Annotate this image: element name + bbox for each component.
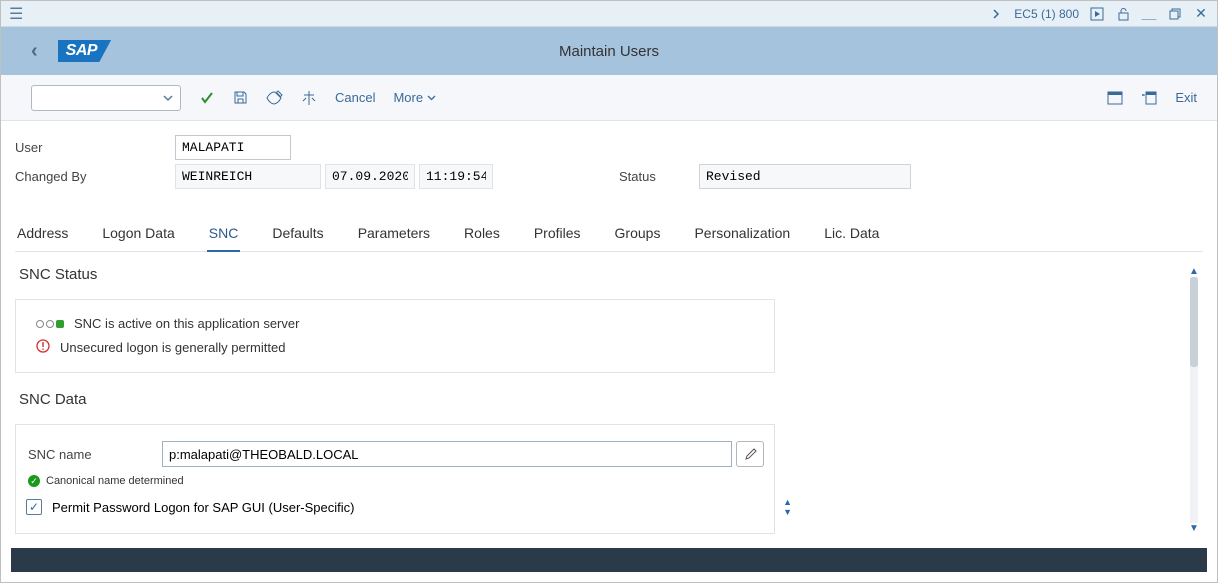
compare-icon[interactable] — [301, 90, 317, 106]
changed-date-field — [325, 164, 415, 189]
tab-snc[interactable]: SNC — [207, 217, 241, 251]
traffic-light-icon — [36, 320, 64, 328]
tab-profiles[interactable]: Profiles — [532, 217, 583, 251]
tab-groups[interactable]: Groups — [613, 217, 663, 251]
permit-password-label: Permit Password Logon for SAP GUI (User-… — [52, 500, 354, 515]
display-change-icon[interactable] — [266, 90, 283, 105]
unsecured-logon-text: Unsecured logon is generally permitted — [60, 340, 285, 355]
save-icon[interactable] — [233, 90, 248, 105]
application-toolbar: Cancel More Exit — [1, 75, 1217, 121]
user-label: User — [15, 140, 175, 155]
app-header: ‹ SAP Maintain Users — [1, 27, 1217, 75]
warning-circle-icon — [36, 339, 50, 356]
canonical-text: Canonical name determined — [46, 475, 184, 487]
tab-lic-data[interactable]: Lic. Data — [822, 217, 881, 251]
status-label: Status — [619, 169, 699, 184]
chevron-down-icon — [426, 92, 437, 103]
chevron-right-icon[interactable] — [988, 6, 1004, 22]
minimize-icon[interactable]: __ — [1141, 6, 1157, 22]
status-bar — [11, 548, 1207, 572]
more-button[interactable]: More — [393, 90, 437, 105]
page-title: Maintain Users — [559, 43, 659, 60]
edit-snc-name-button[interactable] — [736, 441, 764, 467]
close-icon[interactable]: ✕ — [1193, 6, 1209, 22]
snc-active-text: SNC is active on this application server — [74, 316, 299, 331]
changed-time-field — [419, 164, 493, 189]
spin-up-icon[interactable]: ▲ — [783, 497, 792, 507]
tab-logon-data[interactable]: Logon Data — [100, 217, 176, 251]
scroll-up-icon[interactable]: ▲ — [1189, 266, 1199, 277]
snc-data-panel: SNC name 1 ✓ Canonical name determined ✓… — [15, 424, 775, 534]
new-window-icon[interactable] — [1107, 91, 1123, 105]
changedby-label: Changed By — [15, 169, 175, 184]
snc-data-title: SNC Data — [15, 391, 1181, 408]
command-field-dropdown[interactable] — [31, 85, 181, 111]
snc-status-panel: SNC is active on this application server… — [15, 299, 775, 373]
chevron-down-icon — [162, 92, 174, 104]
changedby-field — [175, 164, 321, 189]
vertical-scrollbar[interactable]: ▲ ▼ — [1187, 266, 1201, 534]
check-circle-icon: ✓ — [28, 475, 40, 487]
content-area: User Changed By Status Address Logon Dat… — [1, 121, 1217, 550]
accept-button[interactable] — [199, 90, 215, 106]
cancel-button[interactable]: Cancel — [335, 90, 375, 105]
permit-password-checkbox[interactable]: ✓ — [26, 499, 42, 515]
spin-down-icon[interactable]: ▼ — [783, 507, 792, 517]
scroll-down-icon[interactable]: ▼ — [1189, 523, 1199, 534]
window-titlebar: ☰ EC5 (1) 800 __ ✕ — [1, 1, 1217, 27]
scroll-thumb[interactable] — [1190, 277, 1198, 367]
more-label: More — [393, 90, 423, 105]
sap-logo: SAP — [58, 40, 111, 62]
layout-icon[interactable] — [1141, 91, 1157, 105]
system-id: EC5 (1) 800 — [1014, 7, 1079, 21]
snc-status-title: SNC Status — [15, 266, 1181, 283]
tab-defaults[interactable]: Defaults — [270, 217, 325, 251]
play-box-icon[interactable] — [1089, 6, 1105, 22]
tab-roles[interactable]: Roles — [462, 217, 502, 251]
maximize-icon[interactable] — [1167, 6, 1183, 22]
tab-strip: Address Logon Data SNC Defaults Paramete… — [15, 217, 1203, 252]
unlock-icon[interactable] — [1115, 6, 1131, 22]
exit-button[interactable]: Exit — [1175, 90, 1197, 105]
tab-address[interactable]: Address — [15, 217, 70, 251]
tab-personalization[interactable]: Personalization — [692, 217, 792, 251]
back-button[interactable]: ‹ — [31, 40, 38, 63]
user-field[interactable] — [175, 135, 291, 160]
status-field — [699, 164, 911, 189]
snc-name-field[interactable] — [162, 441, 732, 467]
hamburger-icon[interactable]: ☰ — [9, 4, 23, 24]
tab-parameters[interactable]: Parameters — [356, 217, 432, 251]
snc-name-label: SNC name — [16, 447, 162, 462]
